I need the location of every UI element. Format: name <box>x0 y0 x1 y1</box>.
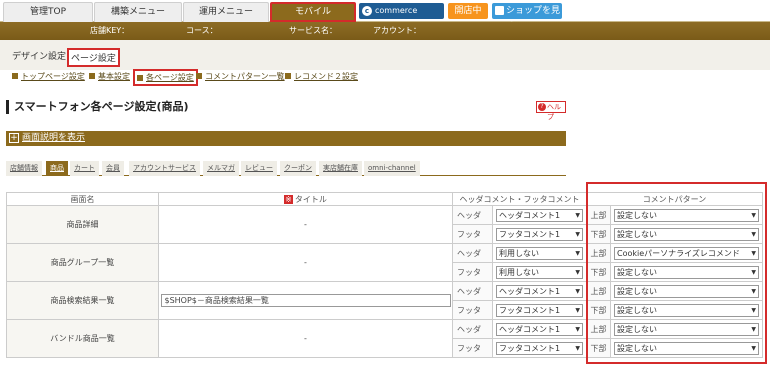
top-label: 上部 <box>586 243 611 263</box>
col-title-label: タイトル <box>294 194 327 204</box>
page-title: スマートフォン各ページ設定(商品) <box>6 100 189 114</box>
footer-label: フッタ <box>452 224 493 244</box>
page-tab-member[interactable]: 会員 <box>102 161 124 176</box>
table-row: 商品検索結果一覧 $SHOP$－商品検索結果一覧 ヘッダ ヘッダコメント1 上部… <box>6 281 763 320</box>
top-nav: 管理TOP 構築メニュー 運用メニュー モバイル c commerce crea… <box>0 0 770 32</box>
subnav-page-settings[interactable]: ページ設定 <box>67 48 120 67</box>
table-header-row: 画面名 ※ タイトル ヘッダコメント・フッタコメント コメントパターン <box>6 192 763 206</box>
brand-icon: c <box>362 6 372 16</box>
subnav-design[interactable]: デザイン設定 <box>12 49 66 62</box>
top-pattern-select[interactable]: 設定しない <box>614 208 759 222</box>
header-comment-select[interactable]: ヘッダコメント1 <box>496 322 583 336</box>
crumb-top-page[interactable]: トップページ設定 <box>12 71 85 82</box>
page-tabs: 店舗情報 商品 カート 会員 アカウントサービス メルマガ レビュー クーポン … <box>6 161 566 176</box>
row-title: - <box>158 243 453 282</box>
description-toggle[interactable]: + 画面説明を表示 <box>6 131 566 146</box>
expand-icon: + <box>9 133 19 143</box>
col-title: ※ タイトル <box>158 192 453 206</box>
page-tab-account-service[interactable]: アカウントサービス <box>129 161 200 176</box>
row-name: バンドル商品一覧 <box>6 319 159 358</box>
top-pattern-select[interactable]: Cookieパーソナライズレコメンド <box>614 246 759 260</box>
page-tab-store[interactable]: 店舗情報 <box>6 161 42 176</box>
bottom-pattern-select[interactable]: 設定しない <box>614 341 759 355</box>
footer-label: フッタ <box>452 262 493 282</box>
top-label: 上部 <box>586 319 611 339</box>
tab-operation-menu[interactable]: 運用メニュー <box>183 2 269 22</box>
row-name: 商品詳細 <box>6 205 159 244</box>
sub-nav: デザイン設定 ページ設定 <box>0 40 770 70</box>
view-shop-button[interactable]: ショップを見る <box>492 3 562 32</box>
help-label: ヘルプ <box>547 103 561 121</box>
row-name: 商品検索結果一覧 <box>6 281 159 320</box>
col-screen: 画面名 <box>6 192 159 206</box>
header-label: ヘッダ <box>452 243 493 263</box>
header-comment-select[interactable]: 利用しない <box>496 246 583 260</box>
header-label: ヘッダ <box>452 205 493 225</box>
help-icon: ? <box>538 103 546 111</box>
footer-label: フッタ <box>452 338 493 358</box>
bottom-label: 下部 <box>586 224 611 244</box>
page-tab-mailmag[interactable]: メルマガ <box>203 161 239 176</box>
top-pattern-select[interactable]: 設定しない <box>614 322 759 336</box>
description-toggle-label: 画面説明を表示 <box>22 133 86 143</box>
header-comment-select[interactable]: ヘッダコメント1 <box>496 208 583 222</box>
table-row: バンドル商品一覧 - ヘッダ ヘッダコメント1 上部 設定しない <box>6 319 763 358</box>
page-tab-store-stock[interactable]: 実店舗在庫 <box>319 161 362 176</box>
service-label: サービス名： <box>289 26 337 35</box>
required-icon: ※ <box>284 194 293 204</box>
header-label: ヘッダ <box>452 281 493 301</box>
account-label: アカウント： <box>373 26 421 35</box>
settings-table: 画面名 ※ タイトル ヘッダコメント・フッタコメント コメントパターン 商品詳細 … <box>6 192 763 358</box>
bottom-label: 下部 <box>586 338 611 358</box>
page-tab-cart[interactable]: カート <box>70 161 99 176</box>
crumb-comment-patterns[interactable]: コメントパターン一覧 <box>196 71 285 82</box>
top-label: 上部 <box>586 281 611 301</box>
tab-admin-top[interactable]: 管理TOP <box>3 2 93 22</box>
crumb-each-page[interactable]: 各ページ設定 <box>133 69 198 86</box>
tab-build-menu[interactable]: 構築メニュー <box>94 2 182 22</box>
bottom-label: 下部 <box>586 262 611 282</box>
header-label: ヘッダ <box>452 319 493 339</box>
footer-comment-select[interactable]: フッタコメント1 <box>496 303 583 317</box>
table-row: 商品グループ一覧 - ヘッダ 利用しない 上部 Cookieパーソナライズレコメ… <box>6 243 763 282</box>
page-tab-coupon[interactable]: クーポン <box>280 161 316 176</box>
help-button[interactable]: ? ヘルプ <box>536 101 566 121</box>
brand-logo: c commerce creator <box>359 3 444 31</box>
footer-comment-select[interactable]: 利用しない <box>496 265 583 279</box>
header-comment-select[interactable]: ヘッダコメント1 <box>496 284 583 298</box>
row-title: - <box>158 205 453 244</box>
footer-comment-select[interactable]: フッタコメント1 <box>496 227 583 241</box>
col-header-footer: ヘッダコメント・フッタコメント <box>452 192 587 206</box>
tab-mobile[interactable]: モバイル <box>270 2 356 22</box>
bottom-pattern-select[interactable]: 設定しない <box>614 265 759 279</box>
page-tab-product[interactable]: 商品 <box>46 161 68 176</box>
title-input[interactable]: $SHOP$－商品検索結果一覧 <box>160 294 451 307</box>
top-label: 上部 <box>586 205 611 225</box>
info-bar: 店舗KEY： コース： サービス名： アカウント： <box>0 22 770 40</box>
page-tab-omni[interactable]: omni-channel <box>364 161 420 176</box>
page-tab-review[interactable]: レビュー <box>241 161 277 176</box>
table-row: 商品詳細 - ヘッダ ヘッダコメント1 上部 設定しない <box>6 205 763 244</box>
bottom-pattern-select[interactable]: 設定しない <box>614 227 759 241</box>
shop-icon <box>495 6 504 15</box>
shop-status-badge: 開店中 <box>448 3 488 19</box>
bottom-pattern-select[interactable]: 設定しない <box>614 303 759 317</box>
bottom-label: 下部 <box>586 300 611 320</box>
footer-comment-select[interactable]: フッタコメント1 <box>496 341 583 355</box>
col-comment-pattern: コメントパターン <box>586 192 763 206</box>
crumb-basic[interactable]: 基本設定 <box>89 71 130 82</box>
crumb-recommend2[interactable]: レコメンド２設定 <box>285 71 358 82</box>
row-title: - <box>158 319 453 358</box>
top-pattern-select[interactable]: 設定しない <box>614 284 759 298</box>
course-label: コース： <box>186 26 218 35</box>
breadcrumb: トップページ設定 基本設定 各ページ設定 コメントパターン一覧 レコメンド２設定 <box>0 69 770 86</box>
shop-key-label: 店舗KEY： <box>90 26 130 35</box>
footer-label: フッタ <box>452 300 493 320</box>
row-name: 商品グループ一覧 <box>6 243 159 282</box>
